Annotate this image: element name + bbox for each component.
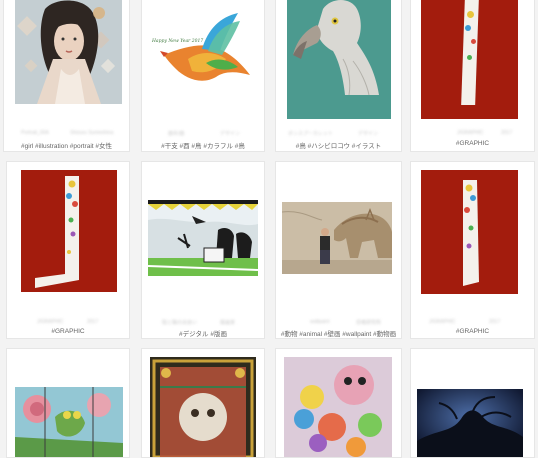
card-tags[interactable]: #動物 #animal #壁画 #wallpaint #動物画 [276, 328, 401, 338]
meta-left: J/GRAPHIC [429, 319, 456, 325]
gallery-card[interactable] [6, 348, 130, 458]
artwork-thumbnail[interactable] [421, 0, 518, 119]
gallery-card[interactable]: J/GRAPHIC 2017 #GRAPHIC [410, 161, 535, 339]
artwork-thumbnail[interactable] [148, 200, 258, 276]
artwork-thumbnail[interactable]: Happy New Year 2017 [142, 0, 264, 119]
gallery-card[interactable]: Happy New Year 2017 酉年/酉 デザイン #干支 #酉 #鳥 … [141, 0, 265, 152]
meta-right: 版画家 [220, 320, 236, 326]
card-tags[interactable]: #干支 #酉 #鳥 #カラフル #鳥 [142, 140, 264, 150]
meta-left: J/GRAPHIC [37, 319, 64, 325]
gallery-card[interactable]: 陰と陽の出会い 版画家 #デジタル #版画 [141, 161, 265, 339]
artwork-thumbnail[interactable] [284, 357, 392, 457]
gallery-card[interactable]: J/GRAPHIC 2017 #GRAPHIC [6, 161, 130, 339]
meta-right: 2017 [489, 319, 501, 325]
image-caption: Happy New Year 2017 [152, 39, 204, 44]
artwork-thumbnail[interactable] [417, 389, 523, 457]
artwork-thumbnail[interactable] [282, 202, 392, 274]
meta-left: Portrait_00A [21, 130, 49, 136]
card-tags[interactable]: #GRAPHIC [411, 328, 534, 335]
card-tags[interactable]: #GRAPHIC [411, 140, 534, 147]
gallery-card[interactable]: wallpaint 恐竜研究所 #動物 #animal #壁画 #wallpai… [275, 161, 402, 339]
card-tags[interactable]: #鳥 #ハシビロコウ #イラスト [276, 140, 401, 150]
artwork-thumbnail[interactable] [421, 170, 518, 294]
meta-left: J/GRAPHIC [457, 130, 484, 136]
meta-right: Shizuru Sumeshina [70, 130, 114, 136]
artwork-thumbnail[interactable] [15, 0, 122, 104]
gallery-card[interactable] [141, 348, 265, 458]
card-tags[interactable]: #GRAPHIC [7, 328, 129, 335]
gallery-card[interactable]: Portrait_00A Shizuru Sumeshina #girl #il… [3, 0, 130, 152]
card-tags[interactable]: #デジタル #版画 [142, 328, 264, 338]
meta-right: デザイン [220, 131, 241, 137]
gallery-card[interactable]: ボンスプーカレット デザイン #鳥 #ハシビロコウ #イラスト [275, 0, 402, 152]
meta-left: 陰と陽の出会い [162, 320, 198, 326]
artwork-thumbnail[interactable] [287, 0, 391, 119]
gallery-card[interactable]: J/GRAPHIC 2017 #GRAPHIC [410, 0, 535, 152]
meta-left: 酉年/酉 [168, 131, 185, 137]
meta-right: 2017 [501, 130, 513, 136]
card-tags[interactable]: #girl #illustration #portrait #女性 [4, 140, 129, 150]
artwork-thumbnail[interactable] [21, 170, 117, 292]
meta-right: 2017 [87, 319, 99, 325]
gallery-card[interactable] [275, 348, 402, 458]
meta-right: デザイン [358, 131, 379, 137]
meta-left: wallpaint [310, 319, 330, 325]
gallery-card[interactable] [410, 348, 535, 458]
artwork-thumbnail[interactable] [150, 357, 256, 457]
meta-right: 恐竜研究所 [356, 320, 382, 326]
meta-left: ボンスプーカレット [288, 131, 333, 137]
